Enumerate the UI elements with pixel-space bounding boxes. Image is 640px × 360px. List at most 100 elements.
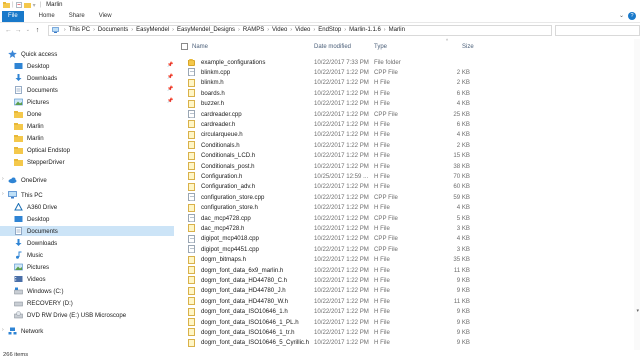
nav-this-pc[interactable]: This PC (8, 190, 43, 200)
crumb-documents[interactable]: Documents (98, 27, 128, 33)
crumb-separator[interactable]: › (131, 27, 133, 33)
crumb-easymendel[interactable]: EasyMendel (136, 27, 169, 33)
nav-item-drive-c[interactable]: Windows (C:) (14, 286, 64, 296)
pin-icon[interactable]: 📌 (167, 86, 173, 92)
nav-item-a360-drive[interactable]: A360 Drive (14, 202, 57, 212)
nav-item-marlin-2[interactable]: Marlin (14, 133, 44, 143)
pin-icon[interactable]: 📌 (167, 62, 173, 68)
file-row[interactable]: digipot_mcp4451.cpp 10/22/2017 1:22 PM CPP… (188, 244, 478, 254)
file-row[interactable]: Conditionals.h 10/22/2017 1:22 PM H File 2 … (188, 140, 478, 150)
file-row[interactable]: dogm_font_data_ISO10646_1_PL.h 10/22/2017… (188, 317, 478, 327)
crumb-video-2[interactable]: Video (295, 27, 310, 33)
crumb-endstop[interactable]: EndStop (318, 27, 341, 33)
column-header-size[interactable]: Size (462, 42, 474, 52)
nav-item-downloads[interactable]: Downloads (14, 73, 57, 83)
file-row[interactable]: circularqueue.h 10/22/2017 1:22 PM H File 4… (188, 130, 478, 140)
file-row[interactable]: Configuration.h 10/25/2017 12:59 ... H Fil… (188, 171, 478, 181)
qat-dropdown-icon[interactable]: ▾ (33, 2, 36, 9)
expander-icon[interactable]: › (2, 327, 4, 333)
up-button[interactable]: ↑ (33, 25, 42, 35)
navigation-pane[interactable]: Quick access Desktop 📌 Downloads 📌 Docum… (0, 39, 174, 350)
file-row[interactable]: boards.h 10/22/2017 1:22 PM H File 6 KB (188, 88, 478, 98)
file-row[interactable]: dogm_font_data_ISO10646_5_Cyrillic.h 10/2… (188, 338, 478, 348)
crumb-easymendel-designs[interactable]: EasyMendel_Designs (177, 27, 235, 33)
scroll-down-icon[interactable]: ▾ (636, 308, 639, 314)
crumb-marlin-1-1-6[interactable]: Marlin-1.1.6 (349, 27, 381, 33)
file-row[interactable]: dogm_bitmaps.h 10/22/2017 1:22 PM H File 35… (188, 255, 478, 265)
vertical-scrollbar[interactable] (634, 39, 640, 350)
column-header-type[interactable]: Type (374, 42, 387, 52)
tab-home[interactable]: Home (32, 11, 62, 22)
file-row[interactable]: blinkm.cpp 10/22/2017 1:22 PM CPP File 2 KB (188, 67, 478, 77)
nav-item-videos[interactable]: Videos (14, 274, 46, 284)
crumb-ramps[interactable]: RAMPS (243, 27, 264, 33)
nav-quick-access[interactable]: Quick access (8, 49, 57, 59)
file-row[interactable]: dogm_font_data_HD44780_W.h 10/22/2017 1:2… (188, 296, 478, 306)
crumb-this-pc[interactable]: This PC (69, 27, 90, 33)
expander-icon[interactable]: › (2, 176, 4, 182)
search-input[interactable] (554, 24, 640, 36)
crumb-separator[interactable]: › (384, 27, 386, 33)
nav-item-documents[interactable]: Documents (14, 85, 58, 95)
file-row[interactable]: dogm_font_data_ISO10646_1_tr.h 10/22/2017… (188, 327, 478, 337)
tab-view[interactable]: View (92, 11, 119, 22)
file-row[interactable]: cardreader.h 10/22/2017 1:22 PM H File 6 KB (188, 119, 478, 129)
nav-item-pc-documents[interactable]: Documents (0, 226, 174, 236)
tab-share[interactable]: Share (62, 11, 92, 22)
nav-item-desktop[interactable]: Desktop (14, 61, 49, 71)
crumb-separator[interactable]: › (290, 27, 292, 33)
address-bar[interactable]: › This PC › Documents › EasyMendel › Eas… (47, 24, 552, 36)
crumb-separator[interactable]: › (267, 27, 269, 33)
file-row[interactable]: dogm_font_data_HD44780_C.h 10/22/2017 1:2… (188, 275, 478, 285)
file-row[interactable]: blinkm.h 10/22/2017 1:22 PM H File 2 KB (188, 78, 478, 88)
file-row[interactable]: configuration_store.cpp 10/22/2017 1:22 P… (188, 192, 478, 202)
file-row[interactable]: example_configurations 10/22/2017 7:33 PM… (188, 57, 478, 67)
nav-item-drive-d[interactable]: RECOVERY (D:) (14, 298, 73, 308)
nav-item-optical-endstop[interactable]: Optical Endstop (14, 145, 70, 155)
file-row[interactable]: dac_mcp4728.cpp 10/22/2017 1:22 PM CPP Fil… (188, 213, 478, 223)
nav-item-marlin[interactable]: Marlin (14, 121, 44, 131)
nav-item-pc-pictures[interactable]: Pictures (14, 262, 49, 272)
nav-item-music[interactable]: Music (14, 250, 43, 260)
file-row[interactable]: Conditionals_post.h 10/22/2017 1:22 PM H F… (188, 161, 478, 171)
select-all-checkbox[interactable] (181, 43, 188, 50)
crumb-separator[interactable]: › (313, 27, 315, 33)
nav-item-done[interactable]: Done (14, 109, 42, 119)
crumb-separator[interactable]: › (172, 27, 174, 33)
file-row[interactable]: buzzer.h 10/22/2017 1:22 PM H File 4 KB (188, 99, 478, 109)
crumb-separator[interactable]: › (344, 27, 346, 33)
file-row[interactable]: configuration_store.h 10/22/2017 1:22 PM H… (188, 203, 478, 213)
crumb-marlin[interactable]: Marlin (389, 27, 405, 33)
properties-icon[interactable] (15, 2, 22, 8)
nav-item-pictures[interactable]: Pictures (14, 97, 49, 107)
back-button[interactable]: ← (4, 25, 13, 35)
nav-item-pc-desktop[interactable]: Desktop (14, 214, 49, 224)
file-row[interactable]: Configuration_adv.h 10/22/2017 1:22 PM H F… (188, 182, 478, 192)
pin-icon[interactable]: 📌 (167, 98, 173, 104)
forward-button[interactable]: → (14, 25, 23, 35)
nav-onedrive[interactable]: OneDrive (8, 175, 47, 185)
file-row[interactable]: cardreader.cpp 10/22/2017 1:22 PM CPP File… (188, 109, 478, 119)
file-row[interactable]: dogm_font_data_6x9_marlin.h 10/22/2017 1:… (188, 265, 478, 275)
file-row[interactable]: dac_mcp4728.h 10/22/2017 1:22 PM H File 3 K… (188, 223, 478, 233)
file-row[interactable]: dogm_font_data_HD44780_J.h 10/22/2017 1:2… (188, 286, 478, 296)
crumb-separator[interactable]: › (238, 27, 240, 33)
new-folder-icon[interactable] (23, 2, 31, 8)
help-icon[interactable]: ? (628, 12, 636, 20)
nav-item-pc-downloads[interactable]: Downloads (14, 238, 57, 248)
file-row[interactable]: dogm_font_data_ISO10646_1.h 10/22/2017 1:… (188, 307, 478, 317)
expand-ribbon-icon[interactable]: ⌄ (619, 12, 624, 19)
nav-network[interactable]: Network (8, 326, 43, 336)
tab-file[interactable]: File (2, 10, 24, 22)
crumb-separator[interactable]: › (93, 27, 95, 33)
crumb-video[interactable]: Video (272, 27, 287, 33)
file-list[interactable]: ^ Name Date modified Type Size example_c… (176, 38, 636, 350)
nav-item-dvd-drive[interactable]: DVD RW Drive (E:) USB Microscope (14, 310, 126, 320)
nav-item-stepperdriver[interactable]: StepperDriver (14, 157, 65, 167)
recent-locations-icon[interactable]: ⌄ (23, 25, 32, 35)
expander-icon[interactable]: › (2, 191, 4, 197)
column-header-date[interactable]: Date modified (314, 42, 351, 52)
column-header-name[interactable]: Name (192, 42, 208, 52)
file-row[interactable]: Conditionals_LCD.h 10/22/2017 1:22 PM H Fi… (188, 151, 478, 161)
pin-icon[interactable]: 📌 (167, 74, 173, 80)
